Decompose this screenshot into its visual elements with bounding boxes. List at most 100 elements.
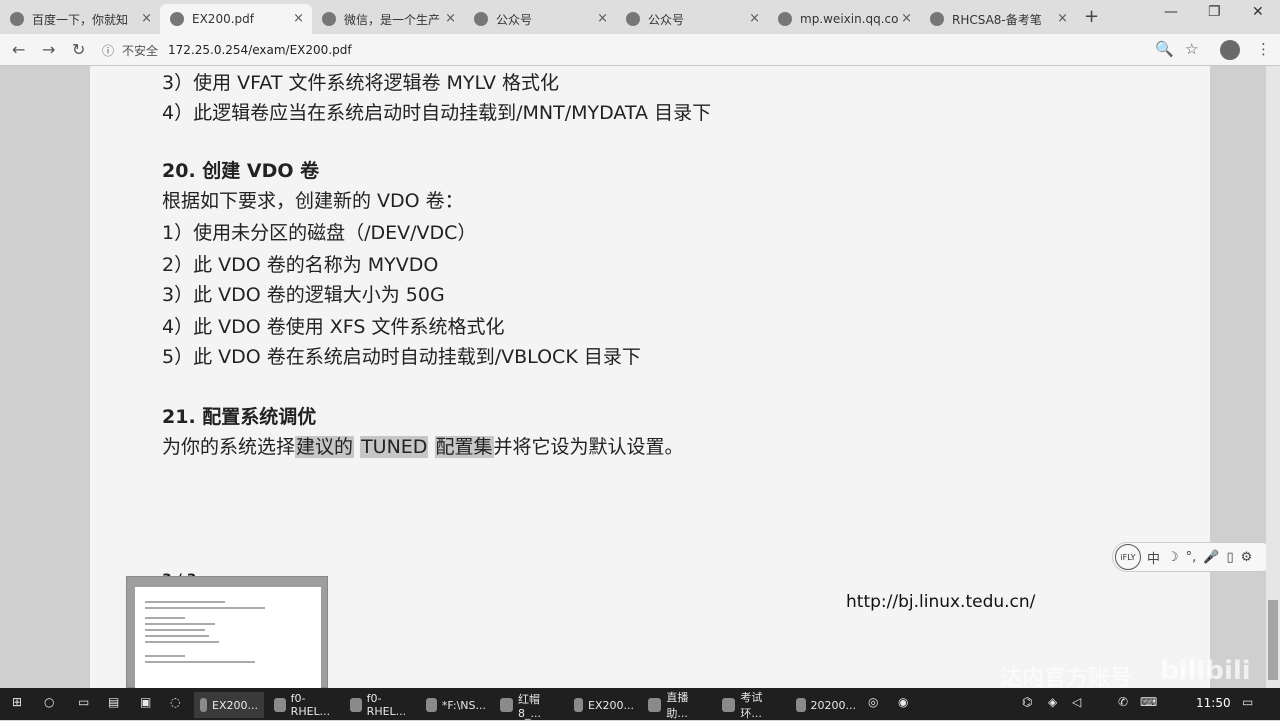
tab-baidu[interactable]: 百度一下，你就知 × — [0, 4, 160, 34]
forward-button[interactable]: → — [42, 40, 55, 59]
zoom-icon[interactable]: 🔍 — [1155, 40, 1174, 58]
minimize-button[interactable]: — — [1164, 4, 1178, 20]
close-window-button[interactable]: ✕ — [1252, 4, 1264, 20]
moon-icon[interactable]: ☽ — [1167, 550, 1179, 565]
app-icon[interactable]: ◎ — [868, 695, 878, 709]
thumbnail-line — [145, 661, 255, 663]
close-icon[interactable]: × — [1057, 11, 1068, 26]
highlight-segment: 建议的 — [295, 436, 355, 458]
network-icon[interactable]: ⌬ — [1022, 695, 1032, 709]
taskbar-thumbnail-preview[interactable] — [126, 576, 328, 689]
section-20-item: 3）此 VDO 卷的逻辑大小为 50G — [162, 284, 445, 306]
file-explorer-icon[interactable]: ▤ — [108, 695, 119, 709]
section-21-text: 为你的系统选择建议的 TUNED 配置集并将它设为默认设置。 — [162, 432, 684, 459]
taskbar-item[interactable]: 20200... — [790, 692, 862, 718]
windows-start-icon[interactable]: ⊞ — [12, 695, 22, 709]
close-icon[interactable]: × — [141, 11, 152, 26]
tab-ex200-pdf[interactable]: EX200.pdf × — [160, 4, 312, 34]
tab-rhcsa8[interactable]: RHCSA8-备考笔 × — [920, 4, 1076, 34]
thumbnail-line — [145, 629, 205, 631]
tab-bar: 百度一下，你就知 × EX200.pdf × 微信，是一个生产 × 公众号 × … — [0, 0, 1280, 34]
taskbar-label: 红帽8_... — [518, 692, 542, 720]
taskbar-item[interactable]: 红帽8_... — [494, 692, 566, 720]
tab-label: 百度一下，你就知 — [32, 12, 129, 27]
gear-icon[interactable]: ⚙ — [1241, 550, 1253, 565]
taskbar-label: 20200... — [810, 698, 856, 712]
close-icon[interactable]: × — [293, 11, 304, 26]
taskbar: ⊞ ○ ▭ ▤ ▣ ◌ EX200... f0-RHEL... f0-RHEL.… — [0, 688, 1280, 720]
taskbar-item[interactable]: EX200... — [194, 692, 264, 718]
clock[interactable]: 11:50 — [1196, 696, 1231, 710]
app-icon — [796, 698, 806, 712]
section-20-item: 5）此 VDO 卷在系统启动时自动挂载到/VBLOCK 目录下 — [162, 346, 641, 368]
close-icon[interactable]: × — [445, 11, 456, 26]
prev-item-3: 3）使用 VFAT 文件系统将逻辑卷 MYLV 格式化 — [162, 72, 560, 94]
text-segment: 并将它设为默认设置。 — [493, 436, 684, 458]
close-icon[interactable]: × — [749, 11, 760, 26]
security-label: 不安全 — [122, 43, 159, 58]
tab-mp-weixin[interactable]: mp.weixin.qq.co × — [768, 4, 920, 34]
task-view-icon[interactable]: ▭ — [78, 695, 89, 709]
reload-button[interactable]: ↻ — [72, 40, 85, 59]
back-button[interactable]: ← — [12, 40, 25, 59]
highlight-segment: 配置集 — [434, 436, 494, 458]
search-icon[interactable]: ○ — [44, 695, 54, 709]
scrollbar-thumb[interactable] — [1268, 600, 1278, 680]
security-icon[interactable]: ◈ — [1048, 695, 1057, 709]
volume-icon[interactable]: ◁ — [1072, 695, 1081, 709]
star-icon[interactable]: ☆ — [1185, 40, 1198, 58]
bilibili-logo: bilibili — [1160, 656, 1251, 686]
wechat-icon[interactable]: ✆ — [1118, 695, 1128, 709]
tab-gongzhonghao-2[interactable]: 公众号 × — [616, 4, 768, 34]
thumbnail-line — [145, 655, 185, 657]
ime-toolbar[interactable]: iFLY 中 ☽ °, 🎤 ▯ ⚙ — [1112, 542, 1276, 572]
app-icon[interactable]: ◌ — [170, 695, 180, 709]
section-20-item: 4）此 VDO 卷使用 XFS 文件系统格式化 — [162, 316, 505, 338]
taskbar-label: 考试环... — [740, 691, 763, 720]
tab-label: 公众号 — [496, 12, 533, 27]
loading-icon — [474, 12, 488, 26]
tab-gongzhonghao-1[interactable]: 公众号 × — [464, 4, 616, 34]
taskbar-item[interactable]: 直播助... — [642, 691, 714, 720]
maximize-button[interactable]: ❐ — [1208, 4, 1221, 20]
thumbnail-line — [145, 607, 265, 609]
menu-icon[interactable]: ⋮ — [1256, 40, 1271, 58]
taskbar-label: EX200... — [588, 698, 634, 712]
new-tab-button[interactable]: + — [1084, 6, 1099, 27]
loading-icon — [626, 12, 640, 26]
footer-link[interactable]: http://bj.linux.tedu.cn/ — [846, 592, 1035, 612]
taskbar-item[interactable]: f0-RHEL... — [268, 692, 342, 718]
ifly-logo[interactable]: iFLY — [1115, 544, 1141, 570]
wechat-icon — [778, 12, 792, 26]
thumbnail-line — [145, 641, 219, 643]
close-icon[interactable]: × — [597, 11, 608, 26]
chinese-mode-icon[interactable]: 中 — [1147, 548, 1160, 567]
keyboard-icon[interactable]: ⌨ — [1140, 695, 1157, 709]
app-icon[interactable]: ◉ — [898, 695, 908, 709]
taskbar-item[interactable]: EX200... — [568, 692, 640, 718]
microphone-icon[interactable]: 🎤 — [1203, 550, 1219, 565]
app-icon — [274, 698, 286, 712]
notification-icon[interactable]: ▭ — [1242, 695, 1253, 709]
taskbar-item[interactable]: *F:\NS... — [420, 692, 492, 718]
thumbnail-line — [145, 601, 225, 603]
app-icon[interactable]: ▣ — [140, 695, 151, 709]
punctuation-icon[interactable]: °, — [1186, 550, 1197, 565]
taskbar-item[interactable]: 考试环... — [716, 691, 788, 720]
keyboard-icon[interactable]: ▯ — [1227, 550, 1234, 565]
close-icon[interactable]: × — [901, 11, 912, 26]
text-segment: 为你的系统选择 — [162, 436, 296, 458]
paw-icon — [10, 12, 24, 26]
tab-wechat[interactable]: 微信，是一个生产 × — [312, 4, 464, 34]
profile-avatar[interactable] — [1220, 40, 1240, 60]
tab-label: EX200.pdf — [192, 12, 254, 26]
address-bar[interactable]: ⓘ 不安全 172.25.0.254/exam/EX200.pdf — [102, 38, 1152, 62]
thumbnail-line — [145, 635, 209, 637]
taskbar-label: EX200... — [212, 698, 258, 712]
tab-label: mp.weixin.qq.co — [800, 12, 899, 26]
tab-label: RHCSA8-备考笔 — [952, 12, 1042, 27]
info-icon[interactable]: ⓘ — [102, 42, 114, 59]
taskbar-label: 直播助... — [666, 691, 689, 720]
taskbar-item[interactable]: f0-RHEL... — [344, 692, 418, 718]
scrollbar[interactable] — [1266, 66, 1280, 688]
